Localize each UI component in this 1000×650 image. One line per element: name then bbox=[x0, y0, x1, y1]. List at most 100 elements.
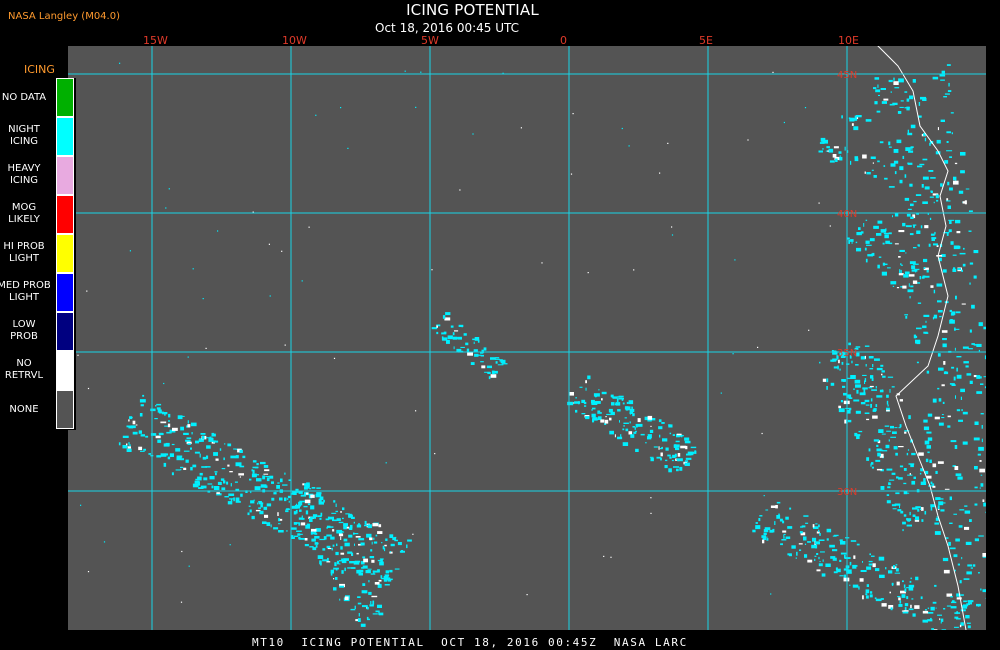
cloud-speck bbox=[383, 576, 389, 580]
cloud-speck bbox=[332, 529, 335, 532]
cloud-speck bbox=[127, 446, 131, 449]
cloud-speck bbox=[347, 567, 352, 569]
cloud-speck bbox=[454, 330, 459, 332]
legend: NO DATA NIGHT ICING HEAVY ICING MOG LIKELY HI P… bbox=[0, 78, 76, 430]
cloud-speck bbox=[930, 177, 936, 179]
cloud-speck bbox=[772, 528, 775, 533]
cloud-speck bbox=[895, 568, 899, 572]
cloud-speck bbox=[214, 471, 218, 473]
cloud-speck bbox=[591, 401, 598, 405]
cloud-speck bbox=[960, 170, 965, 174]
cloud-speck bbox=[667, 142, 669, 144]
cloud-speck bbox=[215, 472, 217, 476]
cloud-speck bbox=[299, 509, 302, 512]
cloud-speck bbox=[404, 70, 406, 72]
cloud-speck bbox=[277, 512, 279, 516]
cloud-speck bbox=[318, 498, 322, 503]
cloud-speck bbox=[490, 357, 496, 360]
cloud-speck bbox=[286, 508, 290, 510]
cloud-speck bbox=[758, 518, 761, 522]
cloud-speck bbox=[757, 346, 759, 348]
cloud-speck bbox=[86, 290, 88, 292]
cloud-speck bbox=[961, 303, 966, 305]
cloud-speck bbox=[394, 568, 400, 570]
cloud-speck bbox=[354, 605, 356, 609]
cloud-speck bbox=[87, 571, 90, 573]
cloud-speck bbox=[463, 333, 467, 336]
cloud-speck bbox=[628, 145, 630, 147]
cloud-speck bbox=[862, 595, 864, 600]
cloud-speck bbox=[892, 508, 897, 510]
cloud-speck bbox=[953, 554, 958, 558]
cloud-speck bbox=[979, 460, 982, 462]
cloud-speck bbox=[980, 588, 982, 591]
cloud-speck bbox=[929, 196, 934, 198]
cloud-speck bbox=[947, 181, 950, 186]
cloud-speck bbox=[650, 457, 654, 462]
cloud-speck bbox=[570, 173, 573, 175]
cloud-speck bbox=[783, 536, 785, 539]
cloud-speck bbox=[974, 421, 979, 425]
cloud-speck bbox=[925, 609, 927, 611]
cloud-speck bbox=[937, 505, 940, 510]
cloud-speck bbox=[930, 190, 933, 193]
cloud-speck bbox=[609, 417, 612, 421]
cloud-speck bbox=[855, 410, 861, 414]
cloud-speck bbox=[923, 258, 928, 263]
cloud-speck bbox=[912, 507, 918, 510]
cloud-speck bbox=[904, 431, 907, 434]
cloud-speck bbox=[354, 560, 361, 563]
cloud-speck bbox=[660, 457, 662, 461]
cloud-speck bbox=[910, 577, 912, 580]
cloud-speck bbox=[783, 121, 785, 124]
latitude-label: 45N bbox=[837, 70, 857, 81]
cloud-speck bbox=[930, 481, 933, 485]
cloud-speck bbox=[927, 413, 933, 417]
cloud-speck bbox=[826, 386, 828, 390]
cloud-speck bbox=[356, 552, 359, 555]
cloud-speck bbox=[953, 176, 957, 181]
cloud-speck bbox=[962, 263, 966, 267]
legend-label: NIGHT bbox=[8, 124, 40, 135]
satellite-map[interactable]: 45N 40N 35N 30N bbox=[68, 46, 986, 630]
cloud-speck bbox=[942, 269, 947, 273]
cloud-speck bbox=[145, 435, 149, 438]
cloud-speck bbox=[963, 600, 967, 603]
cloud-speck bbox=[955, 395, 956, 399]
cloud-speck bbox=[368, 591, 372, 595]
cloud-speck bbox=[950, 440, 957, 443]
cloud-speck bbox=[446, 340, 450, 344]
cloud-speck bbox=[919, 276, 922, 280]
cloud-speck bbox=[615, 402, 621, 406]
cloud-speck bbox=[185, 439, 191, 442]
legend-item: NO RETRVL bbox=[0, 358, 52, 382]
cloud-speck bbox=[188, 565, 190, 567]
cloud-speck bbox=[856, 247, 862, 252]
cloud-speck bbox=[839, 559, 842, 562]
cloud-speck bbox=[927, 451, 930, 454]
cloud-speck bbox=[661, 446, 663, 449]
cloud-speck bbox=[886, 394, 889, 398]
cloud-speck bbox=[901, 594, 906, 598]
cloud-speck bbox=[653, 446, 658, 448]
cloud-speck bbox=[855, 241, 858, 244]
cloud-speck bbox=[869, 238, 875, 242]
cloud-speck bbox=[960, 396, 962, 400]
cloud-speck bbox=[497, 364, 504, 366]
cloud-speck bbox=[163, 443, 170, 447]
cloud-speck bbox=[890, 91, 892, 93]
cloud-speck bbox=[472, 338, 476, 341]
cloud-speck bbox=[902, 521, 906, 525]
cloud-speck bbox=[254, 473, 257, 477]
cloud-speck bbox=[140, 434, 145, 437]
cloud-speck bbox=[944, 160, 949, 164]
cloud-speck bbox=[369, 556, 375, 559]
cloud-speck bbox=[373, 541, 378, 544]
cloud-speck bbox=[752, 529, 756, 533]
cloud-speck bbox=[474, 353, 479, 357]
cloud-speck bbox=[879, 574, 885, 578]
cloud-speck bbox=[755, 522, 758, 524]
cloud-speck bbox=[910, 203, 914, 207]
cloud-speck bbox=[661, 422, 665, 424]
cloud-speck bbox=[465, 342, 469, 346]
